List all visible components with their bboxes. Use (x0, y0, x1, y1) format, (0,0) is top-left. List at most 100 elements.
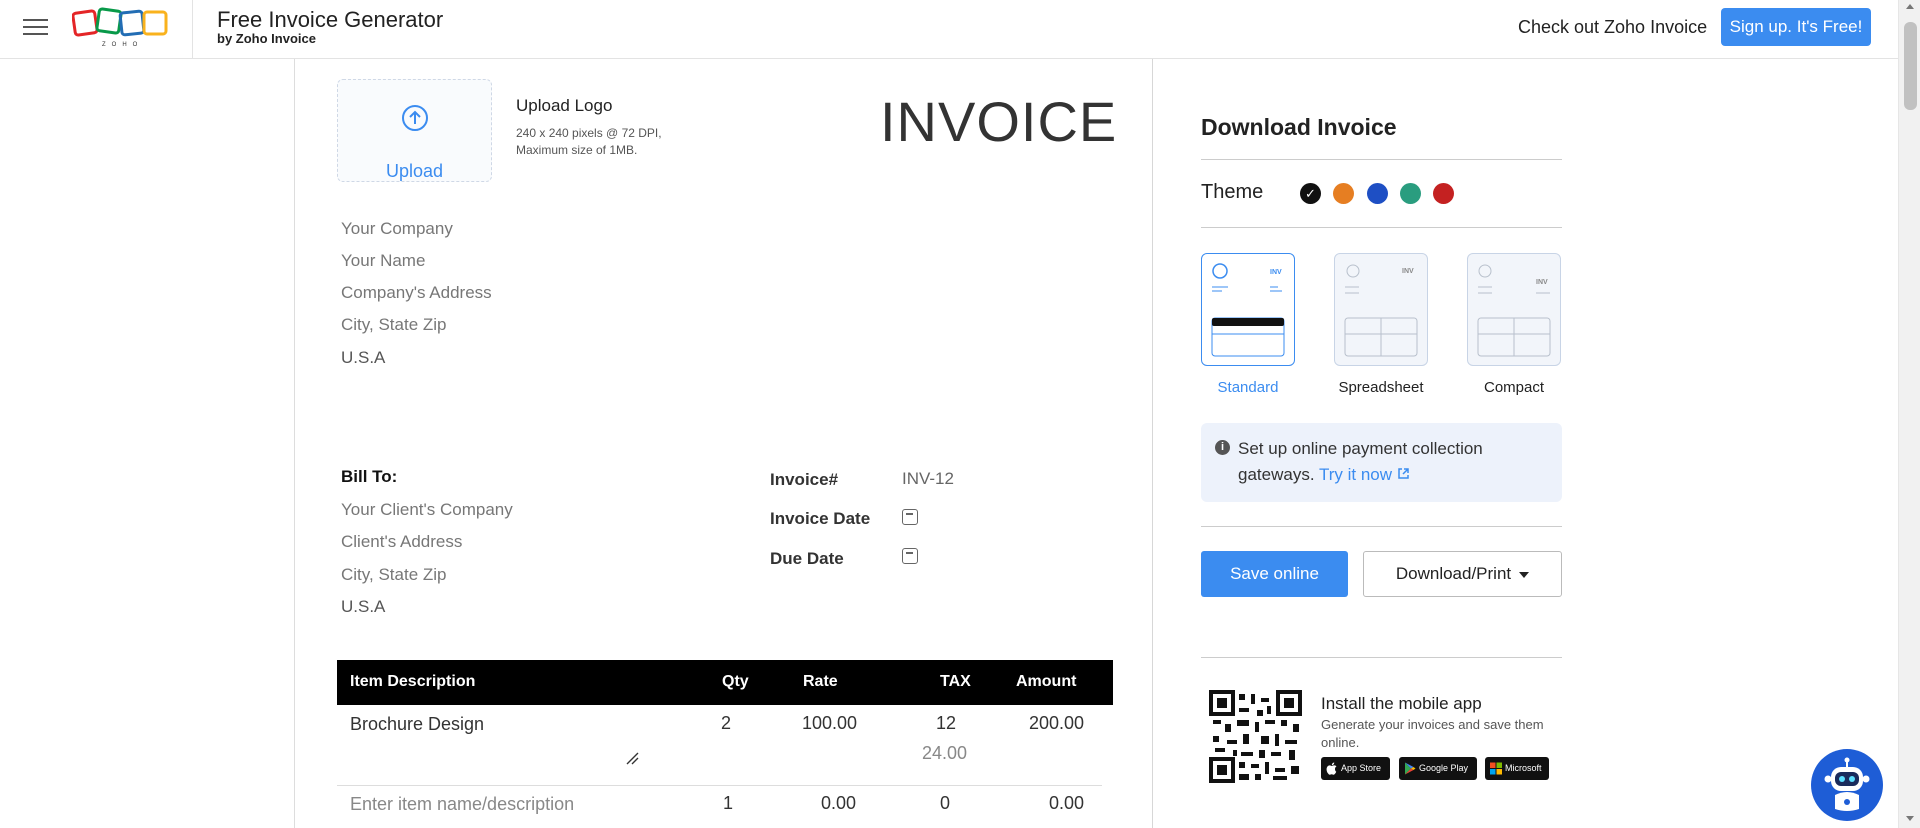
upload-logo-hint: 240 x 240 pixels @ 72 DPI, Maximum size … (516, 125, 696, 159)
template-label-spreadsheet[interactable]: Spreadsheet (1321, 379, 1441, 396)
scrollbar-thumb[interactable] (1904, 22, 1917, 110)
resize-handle-icon[interactable] (625, 751, 639, 765)
item-tax-amount: 24.00 (922, 743, 968, 763)
external-link-icon[interactable] (1397, 467, 1410, 480)
calendar-icon[interactable] (902, 509, 918, 525)
robot-icon (1824, 757, 1870, 811)
microsoft-icon (1490, 762, 1502, 775)
header-item-description: Item Description (350, 673, 476, 690)
company-address-field[interactable]: Company's Address (341, 283, 492, 303)
invoice-editor: Upload Upload Logo 240 x 240 pixels @ 72… (294, 59, 1153, 828)
theme-swatch-orange[interactable] (1333, 183, 1354, 204)
checkout-zoho-link[interactable]: Check out Zoho Invoice (1518, 17, 1707, 38)
divider (1201, 657, 1562, 658)
microsoft-store-badge[interactable]: Microsoft (1485, 757, 1549, 780)
download-print-label: Download/Print (1395, 564, 1512, 583)
item-rate-field[interactable]: 100.00 (802, 713, 857, 734)
theme-swatch-green[interactable] (1400, 183, 1421, 204)
header-qty: Qty (722, 673, 749, 690)
google-play-badge[interactable]: Google Play (1399, 757, 1477, 780)
upload-label: Upload (385, 161, 444, 181)
divider (1201, 526, 1562, 527)
caret-down-icon (1519, 571, 1530, 578)
client-country-field[interactable]: U.S.A (341, 597, 385, 617)
company-name-field[interactable]: Your Company (341, 219, 453, 239)
scroll-up-arrow-icon[interactable] (1906, 4, 1914, 9)
item-tax-field[interactable]: 12 (936, 713, 956, 734)
try-it-now-link[interactable]: Try it now (1319, 465, 1392, 484)
upload-hint-max: Maximum size of 1MB. (516, 143, 638, 157)
template-standard[interactable]: INV (1201, 253, 1295, 366)
bill-to-label: Bill To: (341, 467, 398, 486)
upload-hint-size: 240 x 240 pixels @ 72 DPI, (516, 126, 662, 140)
template-label-compact[interactable]: Compact (1454, 379, 1574, 396)
company-country-field[interactable]: U.S.A (341, 348, 385, 368)
google-play-icon (1405, 762, 1416, 775)
invoice-number-field[interactable]: INV-12 (902, 469, 954, 489)
your-name-field[interactable]: Your Name (341, 251, 425, 271)
calendar-icon[interactable] (902, 548, 918, 564)
theme-swatch-black[interactable]: ✓ (1300, 183, 1321, 204)
new-item-amount: 0.00 (1049, 793, 1085, 813)
invoice-number-label: Invoice# (770, 470, 839, 489)
new-item-description-field[interactable]: Enter item name/description (350, 794, 574, 815)
scroll-down-arrow-icon[interactable] (1906, 816, 1914, 821)
compact-template-preview: INV (1477, 264, 1551, 357)
download-invoice-title: Download Invoice (1201, 114, 1397, 140)
top-navigation-bar: ZOHO Free Invoice Generator by Zoho Invo… (0, 0, 1898, 59)
template-thumb-label: INV (1402, 268, 1414, 275)
google-play-label: Google Play (1419, 763, 1469, 773)
item-amount: 200.00 (1029, 713, 1085, 733)
upload-icon (402, 105, 428, 131)
client-city-field[interactable]: City, State Zip (341, 565, 447, 585)
payment-gateway-notice: i Set up online payment collection gatew… (1201, 423, 1562, 502)
new-item-tax-field[interactable]: 0 (940, 793, 950, 814)
row-divider (337, 785, 1102, 786)
menu-icon[interactable] (23, 19, 48, 37)
theme-swatch-blue[interactable] (1367, 183, 1388, 204)
company-city-field[interactable]: City, State Zip (341, 315, 447, 335)
payment-text: Set up online payment collection gateway… (1238, 436, 1548, 488)
client-company-field[interactable]: Your Client's Company (341, 500, 513, 520)
new-item-qty-field[interactable]: 1 (723, 793, 733, 814)
header-amount: Amount (1016, 673, 1077, 690)
header-rate: Rate (803, 673, 838, 690)
zoho-logo[interactable]: ZOHO (72, 5, 168, 49)
divider (1201, 227, 1562, 228)
theme-swatch-red[interactable] (1433, 183, 1454, 204)
app-title: Free Invoice Generator (217, 7, 444, 32)
template-spreadsheet[interactable]: INV (1334, 253, 1428, 366)
items-table-header: Item Description Qty Rate TAX Amount (337, 660, 1113, 705)
template-thumb-label: INV (1536, 279, 1548, 286)
app-store-badge[interactable]: App Store (1321, 757, 1390, 780)
item-qty-field[interactable]: 2 (721, 713, 731, 734)
item-description-field[interactable]: Brochure Design (350, 714, 484, 735)
due-date-label: Due Date (770, 549, 844, 568)
upload-logo-title: Upload Logo (516, 96, 613, 115)
microsoft-store-label: Microsoft (1505, 763, 1542, 773)
divider (192, 0, 193, 59)
signup-button[interactable]: Sign up. It's Free! (1721, 8, 1871, 46)
template-label-standard[interactable]: Standard (1188, 379, 1308, 396)
install-app-title: Install the mobile app (1321, 694, 1482, 713)
spreadsheet-template-preview: INV (1344, 264, 1418, 357)
save-online-button[interactable]: Save online (1201, 551, 1348, 597)
invoice-date-label: Invoice Date (770, 509, 871, 528)
install-app-description: Generate your invoices and save them onl… (1321, 717, 1544, 750)
qr-code-icon (1209, 690, 1302, 783)
invoice-heading[interactable]: INVOICE (880, 89, 1117, 154)
standard-template-preview: INV (1211, 263, 1285, 357)
header-tax: TAX (940, 673, 971, 690)
chat-bot-button[interactable] (1811, 749, 1883, 821)
logo-wordmark: ZOHO (102, 42, 143, 48)
download-sidebar: Download Invoice Theme ✓ INV INV INV Sta… (1201, 59, 1562, 828)
new-item-rate-field[interactable]: 0.00 (821, 793, 856, 814)
divider (1201, 159, 1562, 160)
app-subtitle: by Zoho Invoice (217, 31, 316, 46)
upload-logo-box[interactable]: Upload (337, 79, 492, 182)
theme-label: Theme (1201, 181, 1264, 203)
download-print-button[interactable]: Download/Print (1363, 551, 1562, 597)
client-address-field[interactable]: Client's Address (341, 532, 462, 552)
template-compact[interactable]: INV (1467, 253, 1561, 366)
page-scrollbar[interactable] (1898, 0, 1920, 828)
